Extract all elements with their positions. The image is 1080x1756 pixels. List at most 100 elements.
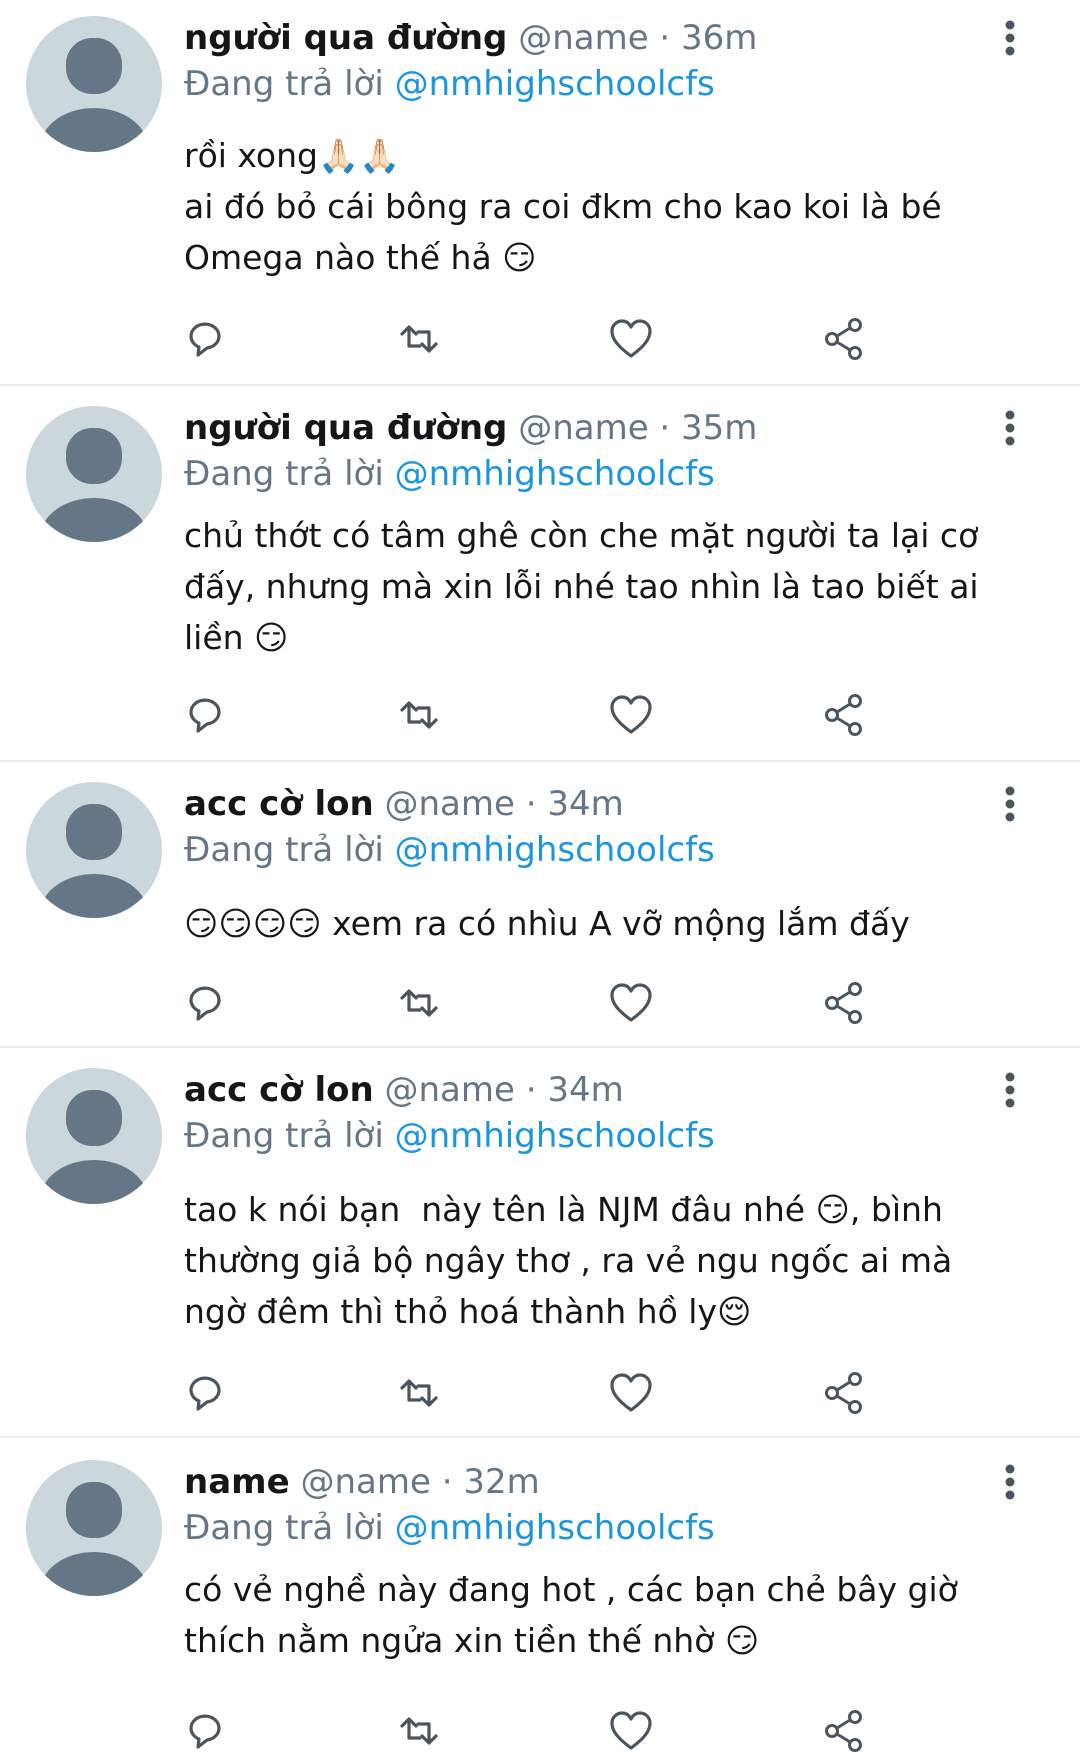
more-options-button[interactable] — [998, 406, 1022, 450]
display-name[interactable]: acc cờ lon — [184, 1070, 374, 1110]
more-options-button[interactable] — [998, 16, 1022, 60]
tweet-text: có vẻ nghề này đang hot , các bạn chẻ bâ… — [184, 1564, 1004, 1666]
retweet-button[interactable] — [394, 1706, 444, 1756]
reply-button[interactable] — [180, 690, 230, 740]
more-options-button[interactable] — [998, 782, 1022, 826]
timestamp[interactable]: 34m — [547, 784, 623, 824]
retweet-icon — [400, 325, 438, 353]
reply-button[interactable] — [180, 1706, 230, 1756]
share-button[interactable] — [820, 1368, 870, 1418]
reply-target-link[interactable]: @nmhighschoolcfs — [395, 1508, 715, 1548]
tweet-text-line: tao k nói bạn này tên là NJM đâu nhé 😏, … — [184, 1190, 943, 1229]
tweet-text-line: có vẻ nghề này đang hot , các bạn chẻ bâ… — [184, 1570, 958, 1609]
tweet-header: acc cờ lon @name · 34m — [184, 782, 624, 826]
display-name[interactable]: người qua đường — [184, 408, 507, 448]
timestamp[interactable]: 36m — [681, 18, 757, 58]
avatar[interactable] — [26, 1068, 162, 1204]
tweet-actions — [180, 690, 880, 740]
tweet-item[interactable]: acc cờ lon @name · 34m Đang trả lời @nmh… — [0, 1048, 1080, 1438]
tweet-text-line: Omega nào thế hả 😏 — [184, 238, 537, 277]
separator-dot: · — [659, 18, 671, 58]
share-button[interactable] — [820, 314, 870, 364]
retweet-button[interactable] — [394, 690, 444, 740]
reply-icon — [189, 1714, 221, 1749]
default-avatar-icon — [26, 16, 162, 152]
reply-target-link[interactable]: @nmhighschoolcfs — [395, 454, 715, 494]
retweet-icon — [400, 1379, 438, 1407]
share-icon — [825, 318, 862, 360]
reply-prefix: Đang trả lời — [184, 1116, 384, 1156]
retweet-button[interactable] — [394, 314, 444, 364]
reply-target-link[interactable]: @nmhighschoolcfs — [395, 1116, 715, 1156]
default-avatar-icon — [26, 1068, 162, 1204]
retweet-button[interactable] — [394, 1368, 444, 1418]
tweet-item[interactable]: acc cờ lon @name · 34m Đang trả lời @nmh… — [0, 762, 1080, 1048]
tweet-item[interactable]: người qua đường @name · 36m Đang trả lời… — [0, 0, 1080, 386]
reply-target-link[interactable]: @nmhighschoolcfs — [395, 830, 715, 870]
like-icon — [610, 319, 652, 358]
like-button[interactable] — [606, 1368, 656, 1418]
more-options-button[interactable] — [998, 1460, 1022, 1504]
like-icon — [610, 1373, 652, 1412]
reply-target-link[interactable]: @nmhighschoolcfs — [395, 64, 715, 104]
retweet-icon — [400, 989, 438, 1017]
like-button[interactable] — [606, 978, 656, 1028]
like-button[interactable] — [606, 1706, 656, 1756]
user-handle[interactable]: @name — [300, 1462, 430, 1502]
tweet-header: người qua đường @name · 35m — [184, 406, 757, 450]
reply-icon — [189, 1376, 221, 1411]
tweet-text: rồi xong🙏🏻🙏🏻 ai đó bỏ cái bông ra coi đk… — [184, 130, 1004, 283]
more-vertical-icon — [1005, 1072, 1015, 1108]
share-icon — [825, 1710, 862, 1752]
display-name[interactable]: người qua đường — [184, 18, 507, 58]
tweet-text-line: ngờ đêm thì thỏ hoá thành hồ ly😌 — [184, 1292, 752, 1331]
reply-prefix: Đang trả lời — [184, 1508, 384, 1548]
default-avatar-icon — [26, 406, 162, 542]
share-button[interactable] — [820, 1706, 870, 1756]
tweet-text-line: chủ thớt có tâm ghê còn che mặt người ta… — [184, 516, 979, 555]
display-name[interactable]: acc cờ lon — [184, 784, 374, 824]
replying-to: Đang trả lời @nmhighschoolcfs — [184, 1114, 715, 1158]
reply-button[interactable] — [180, 978, 230, 1028]
user-handle[interactable]: @name — [384, 784, 514, 824]
timestamp[interactable]: 32m — [463, 1462, 539, 1502]
reply-icon — [189, 322, 221, 357]
separator-dot: · — [525, 784, 537, 824]
more-vertical-icon — [1005, 410, 1015, 446]
user-handle[interactable]: @name — [518, 408, 648, 448]
more-options-button[interactable] — [998, 1068, 1022, 1112]
retweet-icon — [400, 701, 438, 729]
tweet-text-line: thường giả bộ ngây thơ , ra vẻ ngu ngốc … — [184, 1241, 953, 1280]
tweet-item[interactable]: name @name · 32m Đang trả lời @nmhighsch… — [0, 1438, 1080, 1752]
user-handle[interactable]: @name — [518, 18, 648, 58]
avatar[interactable] — [26, 406, 162, 542]
separator-dot: · — [441, 1462, 453, 1502]
tweet-text: tao k nói bạn này tên là NJM đâu nhé 😏, … — [184, 1184, 1004, 1337]
avatar[interactable] — [26, 1460, 162, 1596]
tweet-text: chủ thớt có tâm ghê còn che mặt người ta… — [184, 510, 1004, 663]
like-icon — [610, 695, 652, 734]
reply-button[interactable] — [180, 1368, 230, 1418]
reply-prefix: Đang trả lời — [184, 64, 384, 104]
user-handle[interactable]: @name — [384, 1070, 514, 1110]
share-button[interactable] — [820, 978, 870, 1028]
display-name[interactable]: name — [184, 1462, 290, 1502]
tweet-text: 😏😏😏😏 xem ra có nhìu A vỡ mộng lắm đấy — [184, 898, 1004, 949]
replying-to: Đang trả lời @nmhighschoolcfs — [184, 1506, 715, 1550]
retweet-button[interactable] — [394, 978, 444, 1028]
timestamp[interactable]: 34m — [547, 1070, 623, 1110]
reply-button[interactable] — [180, 314, 230, 364]
timestamp[interactable]: 35m — [681, 408, 757, 448]
retweet-icon — [400, 1717, 438, 1745]
tweet-actions — [180, 1706, 880, 1756]
more-vertical-icon — [1005, 1464, 1015, 1500]
reply-prefix: Đang trả lời — [184, 830, 384, 870]
share-icon — [825, 1372, 862, 1414]
avatar[interactable] — [26, 16, 162, 152]
tweet-item[interactable]: người qua đường @name · 35m Đang trả lời… — [0, 386, 1080, 762]
like-button[interactable] — [606, 690, 656, 740]
share-button[interactable] — [820, 690, 870, 740]
like-button[interactable] — [606, 314, 656, 364]
replying-to: Đang trả lời @nmhighschoolcfs — [184, 452, 715, 496]
avatar[interactable] — [26, 782, 162, 918]
